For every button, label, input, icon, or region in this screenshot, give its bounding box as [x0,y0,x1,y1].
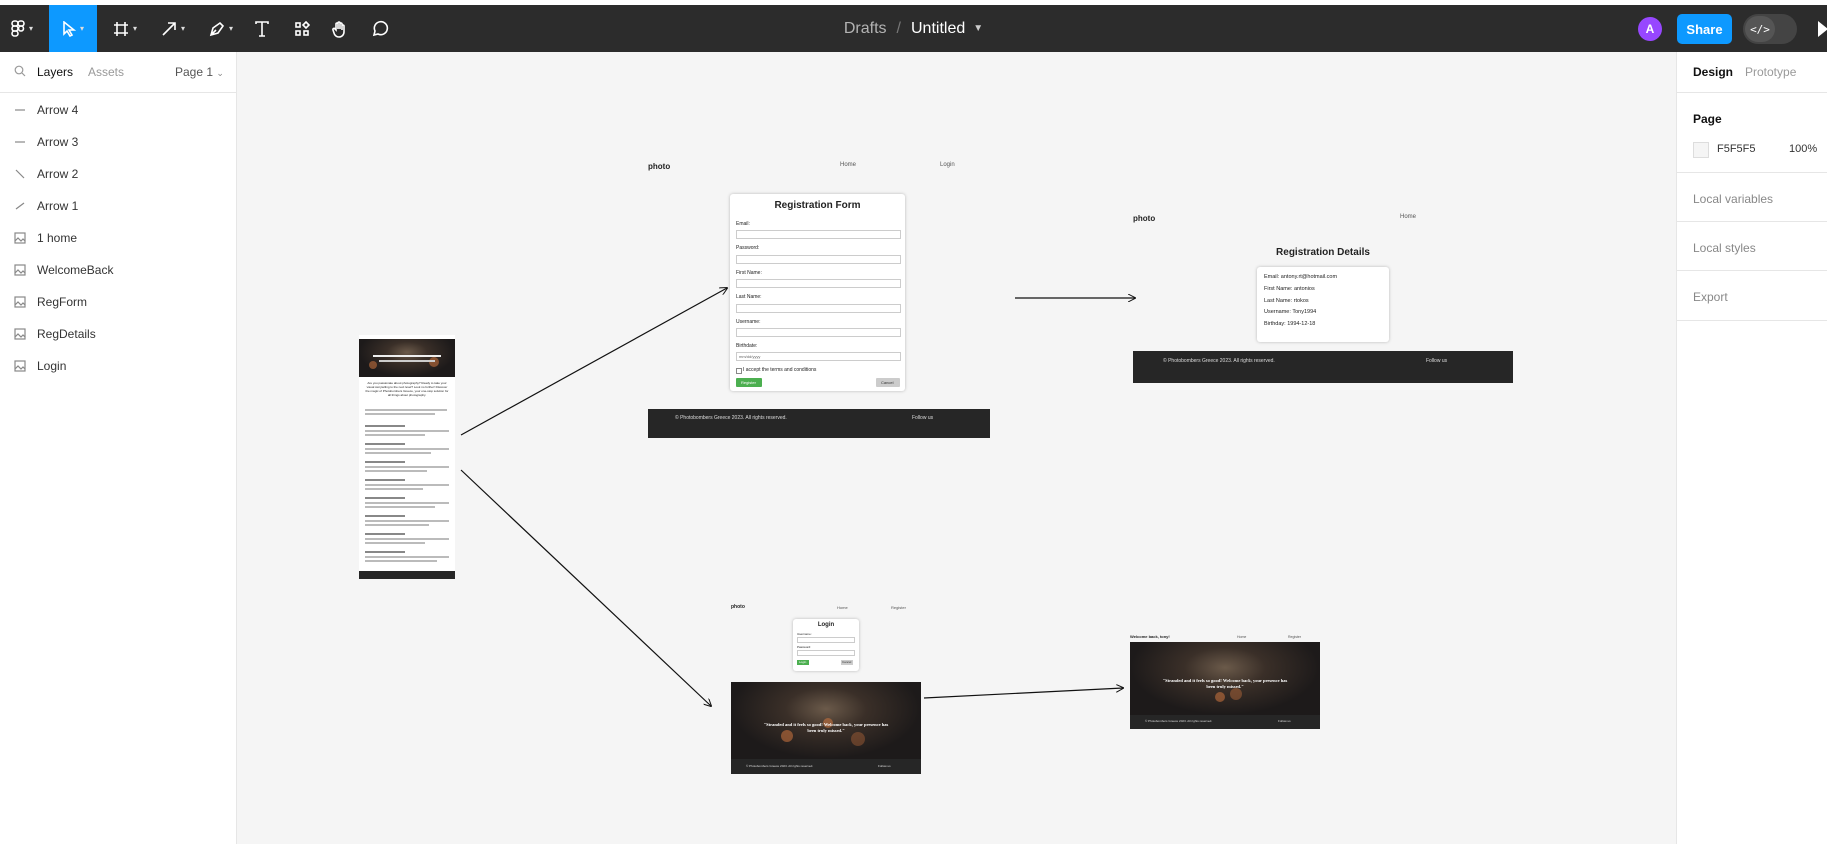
tab-layers[interactable]: Layers [37,65,73,79]
image-icon [14,264,26,276]
comment-tool-button[interactable] [368,5,392,52]
frame-tool-button[interactable]: ▾ [105,5,145,52]
chevron-down-icon: ⌄ [216,68,224,78]
chevron-down-icon: ▾ [132,24,137,33]
layer-label: Arrow 2 [37,167,79,181]
design-canvas[interactable]: Are you passionate about photography? Re… [237,52,1676,844]
chevron-down-icon: ▾ [228,24,233,33]
page-color-hex[interactable]: F5F5F5 [1717,143,1756,155]
layer-item-regdetails[interactable]: RegDetails [0,319,236,349]
connector-arrows [460,52,1676,844]
hand-icon [332,20,345,38]
share-button[interactable]: Share [1677,14,1732,44]
arrow-icon [162,21,176,36]
dev-mode-toggle[interactable]: </> [1743,14,1797,44]
layer-label: Login [37,359,67,373]
tab-prototype[interactable]: Prototype [1745,65,1796,79]
layers-panel-header: Layers Assets Page 1 ⌄ [0,52,236,93]
tab-assets[interactable]: Assets [88,65,124,79]
arrow-4[interactable] [923,688,1123,699]
layer-item-arrow-2[interactable]: Arrow 2 [0,159,236,189]
layer-item-login[interactable]: Login [0,351,236,381]
breadcrumb-drafts-link[interactable]: Drafts [844,20,887,38]
page-selector[interactable]: Page 1 ⌄ [175,65,224,79]
divider [1677,92,1827,93]
pen-icon [209,21,225,36]
export-section[interactable]: Export [1693,290,1728,304]
arrow-2[interactable] [460,469,711,706]
move-tool-button[interactable]: ▾ [49,5,97,52]
layer-label: Arrow 1 [37,199,79,213]
frame-icon [113,21,128,36]
divider [1677,172,1827,173]
layer-label: 1 home [37,231,78,245]
text-tool-button[interactable] [250,5,274,52]
layer-label: RegForm [37,295,88,309]
properties-panel: Design Prototype Page F5F5F5 100% Local … [1676,52,1827,844]
layer-label: WelcomeBack [37,263,114,277]
divider [1677,320,1827,321]
layer-item-regform[interactable]: RegForm [0,287,236,317]
comment-icon [372,20,389,36]
page-color-swatch[interactable] [1693,142,1709,158]
hand-tool-button[interactable] [328,5,352,52]
layer-label: Arrow 4 [37,103,79,117]
layer-item-arrow-1[interactable]: Arrow 1 [0,191,236,221]
layer-item-arrow-4[interactable]: Arrow 4 [0,95,236,125]
line-slight-icon [14,200,26,212]
code-icon: </> [1745,16,1775,42]
pen-tool-button[interactable]: ▾ [201,5,241,52]
line-diagonal-icon [14,168,26,180]
image-icon [14,360,26,372]
page-selector-label: Page 1 [175,65,214,79]
text-icon [255,20,269,37]
layer-item-arrow-3[interactable]: Arrow 3 [0,127,236,157]
image-icon [14,296,26,308]
divider [1677,221,1827,222]
user-avatar[interactable]: A [1638,17,1662,41]
layer-label: RegDetails [37,327,96,341]
layers-panel: Layers Assets Page 1 ⌄ Arrow 4 Arrow 3 A… [0,52,237,844]
resources-icon [295,20,310,36]
image-icon [14,328,26,340]
resources-tool-button[interactable] [290,5,314,52]
figma-logo-icon [11,19,25,37]
layer-label: Arrow 3 [37,135,79,149]
breadcrumb-separator: / [896,19,901,37]
chevron-down-icon: ▾ [28,24,33,33]
chevron-down-icon: ▾ [79,24,84,33]
chevron-down-icon: ▾ [180,24,185,33]
breadcrumb: Drafts / Untitled ▼ [0,5,1827,52]
arrow-tool-button[interactable]: ▾ [153,5,193,52]
file-title[interactable]: Untitled [911,20,965,38]
divider [1677,270,1827,271]
cursor-icon [63,20,76,37]
image-icon [14,232,26,244]
layer-item-1-home[interactable]: 1 home [0,223,236,253]
line-horizontal-icon [14,136,26,148]
page-opacity[interactable]: 100% [1789,143,1817,155]
local-styles-link[interactable]: Local styles [1693,241,1756,255]
search-icon[interactable] [14,65,26,77]
local-variables-link[interactable]: Local variables [1693,192,1773,206]
page-section-title: Page [1693,112,1722,126]
layer-item-welcomeback[interactable]: WelcomeBack [0,255,236,285]
present-play-icon[interactable] [1818,21,1827,37]
top-toolbar: ▾ ▾ ▾ ▾ ▾ Drafts / Untitled ▼ A Share </… [0,0,1827,52]
tab-design[interactable]: Design [1693,65,1733,79]
chevron-down-icon[interactable]: ▼ [973,23,983,34]
line-horizontal-icon [14,104,26,116]
arrow-1[interactable] [460,288,727,436]
main-menu-button[interactable]: ▾ [4,5,40,52]
